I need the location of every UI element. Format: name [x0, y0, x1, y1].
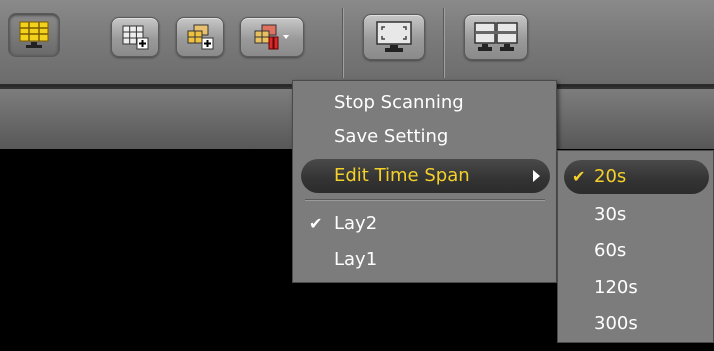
submenu-item-120s[interactable]: 120s [558, 271, 713, 305]
scan-context-menu: Stop Scanning Save Setting Edit Time Spa… [292, 80, 557, 283]
menu-item-lay1[interactable]: Lay1 [293, 243, 556, 277]
time-span-submenu: ✔ 20s 30s 60s 120s 300s [557, 150, 714, 343]
menu-item-edit-time-span[interactable]: Edit Time Span [301, 159, 550, 193]
toolbar-separator [443, 8, 445, 78]
submenu-item-label: 60s [594, 240, 627, 261]
checkmark-icon: ✔ [572, 167, 586, 186]
submenu-item-20s[interactable]: ✔ 20s [564, 160, 709, 194]
fullscreen-button[interactable] [363, 14, 425, 60]
menu-item-lay2[interactable]: ✔ Lay2 [293, 207, 556, 241]
submenu-item-30s[interactable]: 30s [558, 198, 713, 232]
submenu-item-label: 120s [594, 277, 638, 298]
add-layout-icon [122, 25, 149, 50]
menu-item-label: Edit Time Span [334, 165, 470, 186]
menu-item-label: Stop Scanning [334, 92, 464, 113]
scan-layout-dropdown-button[interactable] [240, 17, 304, 57]
menu-item-save-setting[interactable]: Save Setting [293, 120, 556, 154]
menu-item-label: Lay1 [334, 249, 378, 270]
menu-separator [305, 199, 545, 201]
fullscreen-monitor-icon [376, 21, 412, 52]
add-group-icon [187, 24, 214, 50]
submenu-item-label: 20s [594, 166, 627, 187]
dual-monitor-icon [474, 22, 518, 51]
submenu-item-60s[interactable]: 60s [558, 234, 713, 268]
checkmark-icon: ✔ [309, 214, 323, 233]
scan-layout-dropdown-icon [254, 24, 289, 50]
submenu-item-label: 30s [594, 204, 627, 225]
monitor-grid-icon [19, 21, 49, 48]
dual-monitor-button[interactable] [464, 14, 528, 60]
menu-item-label: Lay2 [334, 213, 378, 234]
add-layout-button[interactable] [111, 17, 159, 57]
toolbar [0, 0, 714, 87]
menu-item-stop-scanning[interactable]: Stop Scanning [293, 86, 556, 120]
submenu-item-label: 300s [594, 313, 638, 334]
toolbar-separator [342, 8, 344, 78]
submenu-arrow-icon [533, 170, 540, 182]
add-group-button[interactable] [176, 17, 224, 57]
submenu-item-300s[interactable]: 300s [558, 307, 713, 341]
monitor-grid-button[interactable] [8, 13, 60, 57]
menu-item-label: Save Setting [334, 126, 449, 147]
